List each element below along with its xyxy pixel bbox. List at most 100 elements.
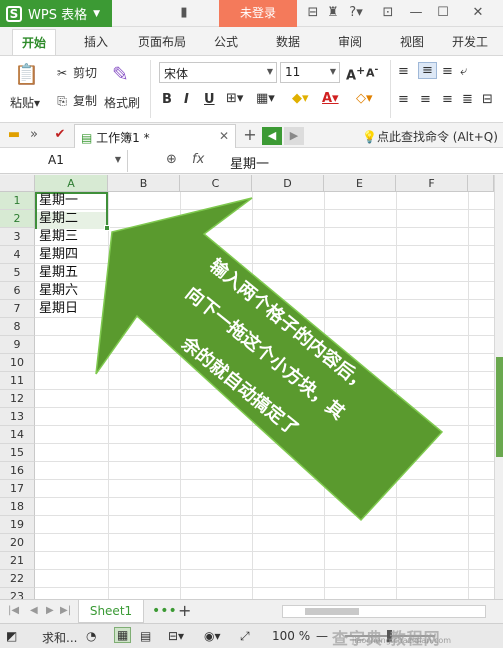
column-header-g[interactable]	[468, 175, 494, 192]
next-tab-arrow[interactable]: ▶	[284, 127, 304, 145]
more-sheets-icon[interactable]: •••	[152, 603, 177, 619]
align-bottom-icon[interactable]: ≡	[442, 64, 453, 79]
row-header[interactable]: 17	[0, 480, 35, 498]
merge-icon[interactable]: ▦▾	[256, 91, 275, 106]
cut-button[interactable]: ✂ 剪切	[54, 64, 97, 81]
tab-formulas[interactable]: 公式	[214, 33, 238, 50]
row-header[interactable]: 12	[0, 390, 35, 408]
first-sheet-icon[interactable]: |◀	[8, 605, 19, 616]
horizontal-scrollbar[interactable]	[282, 605, 486, 618]
row-header[interactable]: 3	[0, 228, 35, 246]
name-box[interactable]: A1 ▼	[0, 150, 128, 172]
select-all-corner[interactable]	[0, 175, 35, 192]
tab-insert[interactable]: 插入	[84, 33, 108, 50]
sheet-tab-sheet1[interactable]: Sheet1	[78, 600, 144, 623]
font-name-select[interactable]: 宋体 ▼	[159, 62, 277, 83]
cell-a5[interactable]: 星期五	[36, 264, 108, 282]
cell-a6[interactable]: 星期六	[36, 282, 108, 300]
font-size-select[interactable]: 11 ▼	[280, 62, 340, 83]
align-right-icon[interactable]: ≡	[442, 92, 453, 107]
add-sheet-button[interactable]: +	[178, 601, 191, 620]
prev-sheet-icon[interactable]: ◀	[30, 605, 38, 616]
double-chevron-icon[interactable]: »	[26, 127, 42, 143]
row-header[interactable]: 15	[0, 444, 35, 462]
row-header[interactable]: 19	[0, 516, 35, 534]
tab-page-layout[interactable]: 页面布局	[138, 33, 186, 50]
cell-a2[interactable]: 星期二	[36, 210, 108, 228]
align-left-icon[interactable]: ≡	[398, 92, 409, 107]
fill-handle[interactable]	[104, 225, 110, 231]
close-icon[interactable]: ✕	[219, 129, 229, 143]
copy-button[interactable]: ⎘ 复制	[54, 92, 97, 109]
brush-icon[interactable]: ✎	[112, 62, 129, 86]
cell-a7[interactable]: 星期日	[36, 300, 108, 318]
last-sheet-icon[interactable]: ▶|	[60, 605, 71, 616]
login-button[interactable]: 未登录	[219, 0, 297, 27]
align-middle-icon[interactable]: ≡	[418, 62, 437, 79]
fill-color-icon[interactable]: ◆▾	[292, 91, 309, 106]
wrap-text-icon[interactable]: ⤶	[460, 64, 467, 79]
row-header[interactable]: 6	[0, 282, 35, 300]
row-header[interactable]: 13	[0, 408, 35, 426]
tab-developer[interactable]: 开发工	[452, 33, 488, 50]
reading-mode-icon[interactable]: ◉▾	[204, 629, 221, 643]
fullscreen-icon[interactable]: ⤢	[240, 629, 250, 644]
maximize-icon[interactable]: ☐	[435, 5, 451, 21]
row-header[interactable]: 1	[0, 192, 35, 210]
cell-a3[interactable]: 星期三	[36, 228, 108, 246]
column-header-f[interactable]: F	[396, 175, 468, 192]
page-layout-view-icon[interactable]: ▤	[140, 629, 151, 643]
pin-icon[interactable]: ✔	[52, 127, 68, 143]
zoom-out-icon[interactable]: —	[316, 629, 328, 643]
column-header-a[interactable]: A	[35, 175, 108, 192]
tab-review[interactable]: 审阅	[338, 33, 362, 50]
restore-window-icon[interactable]: ⊡	[380, 5, 396, 21]
function-icon[interactable]: fx	[192, 152, 204, 167]
row-header[interactable]: 5	[0, 264, 35, 282]
align-center-icon[interactable]: ≡	[420, 92, 431, 107]
normal-view-icon[interactable]: ▦	[114, 627, 132, 643]
column-header-d[interactable]: D	[252, 175, 324, 192]
row-header[interactable]: 21	[0, 552, 35, 570]
row-header[interactable]: 16	[0, 462, 35, 480]
zoom-level[interactable]: 100 %	[272, 629, 310, 643]
paste-button[interactable]: 粘贴 ▾	[10, 94, 40, 111]
row-header[interactable]: 7	[0, 300, 35, 318]
protect-icon[interactable]: ◔	[86, 629, 96, 643]
distributed-icon[interactable]: ⊟	[482, 92, 493, 107]
column-header-c[interactable]: C	[180, 175, 252, 192]
justify-icon[interactable]: ≣	[462, 92, 473, 107]
vertical-scrollbar[interactable]	[494, 175, 503, 599]
clear-format-icon[interactable]: ◇▾	[356, 91, 373, 106]
wps-menu-button[interactable]: S WPS 表格 ▼	[0, 0, 112, 27]
tab-data[interactable]: 数据	[276, 33, 300, 50]
row-header[interactable]: 11	[0, 372, 35, 390]
document-tab[interactable]: ▤ 工作簿1 * ✕	[74, 124, 236, 148]
next-sheet-icon[interactable]: ▶	[46, 605, 54, 616]
row-header[interactable]: 2	[0, 210, 35, 228]
align-top-icon[interactable]: ≡	[398, 64, 409, 79]
increase-font-icon[interactable]: A+	[346, 64, 365, 83]
scrollbar-thumb[interactable]	[305, 608, 359, 615]
minimize-icon[interactable]: —	[408, 5, 424, 21]
bold-button[interactable]: B	[162, 92, 172, 107]
font-color-icon[interactable]: A▾	[322, 91, 339, 106]
page-break-view-icon[interactable]: ⊟▾	[168, 629, 184, 643]
command-search[interactable]: 💡 点此查找命令 (Alt+Q)	[362, 128, 498, 145]
cell-a4[interactable]: 星期四	[36, 246, 108, 264]
paste-icon[interactable]: 📋	[14, 62, 39, 86]
formula-input[interactable]: 星期一	[230, 153, 269, 172]
skin-icon[interactable]: ⊟	[305, 5, 321, 21]
row-header[interactable]: 18	[0, 498, 35, 516]
cell-a1[interactable]: 星期一	[36, 192, 108, 210]
new-tab-icon[interactable]: +	[242, 127, 258, 143]
row-header[interactable]: 14	[0, 426, 35, 444]
column-header-b[interactable]: B	[108, 175, 180, 192]
row-header[interactable]: 4	[0, 246, 35, 264]
close-icon[interactable]: ✕	[470, 5, 486, 21]
row-header[interactable]: 10	[0, 354, 35, 372]
row-header[interactable]: 22	[0, 570, 35, 588]
document-icon[interactable]: ▮	[176, 5, 192, 21]
column-header-e[interactable]: E	[324, 175, 396, 192]
row-header[interactable]: 20	[0, 534, 35, 552]
